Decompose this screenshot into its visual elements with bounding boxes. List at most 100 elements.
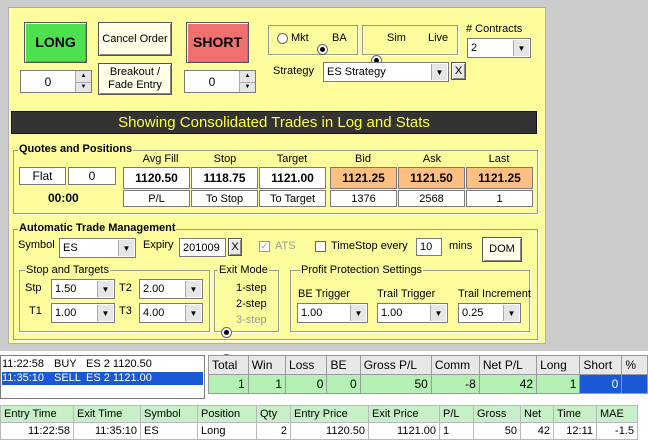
- position-status: Flat: [19, 167, 66, 185]
- stats-header-be: BE: [326, 355, 361, 375]
- trade-entry-time: 11:22:58: [0, 422, 74, 440]
- stats-table-container: Total Win Loss BE Gross P/L Comm Net P/L…: [208, 355, 648, 397]
- exit-mode-title: Exit Mode: [218, 263, 269, 277]
- strategy-dropdown[interactable]: ES Strategy ▼: [323, 62, 449, 82]
- chevron-down-icon[interactable]: ▼: [503, 305, 519, 321]
- t1-label: T1: [29, 305, 42, 317]
- exit-2step-label: 2-step: [236, 298, 267, 310]
- trade-gross: 50: [473, 422, 521, 440]
- exit-3step-label: 3-step: [236, 314, 267, 326]
- trades-header-entry-price: Entry Price: [290, 405, 369, 423]
- chevron-down-icon[interactable]: ▼: [430, 305, 446, 321]
- stp-dropdown[interactable]: 1.50 ▼: [51, 279, 115, 299]
- trade-log-list[interactable]: 11:22:58 BUY ES 2 1120.50 11:35:10 SELL ES 2…: [0, 355, 205, 399]
- stats-gross-pl-value: 50: [359, 374, 432, 394]
- trade-qty: 2: [256, 422, 291, 440]
- long-quantity-value: 0: [44, 74, 52, 89]
- stats-loss-value: 0: [285, 374, 328, 394]
- trade-symbol: ES: [140, 422, 198, 440]
- trades-header-symbol: Symbol: [140, 405, 198, 423]
- trades-header-pl: P/L: [439, 405, 474, 423]
- position-time: 00:00: [48, 191, 79, 205]
- chevron-down-icon[interactable]: ▼: [97, 305, 113, 321]
- trade-exit-time: 11:35:10: [73, 422, 141, 440]
- long-button[interactable]: LONG: [24, 22, 87, 63]
- avg-fill-value: 1120.50: [123, 167, 190, 189]
- spin-down-icon[interactable]: ▼: [76, 82, 91, 93]
- t3-dropdown[interactable]: 4.00 ▼: [139, 303, 203, 323]
- trail-increment-label: Trail Increment: [458, 288, 531, 300]
- bid-size-value: 1376: [330, 190, 397, 207]
- contracts-dropdown[interactable]: 2 ▼: [467, 38, 531, 58]
- ba-radio[interactable]: [317, 44, 328, 55]
- expiry-label: Expiry: [143, 239, 174, 251]
- trades-header-gross: Gross: [473, 405, 521, 423]
- stop-targets-title: Stop and Targets: [25, 263, 110, 277]
- stop-value: 1118.75: [191, 167, 258, 189]
- ask-header: Ask: [422, 153, 442, 165]
- trades-header-exit-time: Exit Time: [73, 405, 141, 423]
- stats-header-loss: Loss: [285, 355, 328, 375]
- ba-label: BA: [332, 32, 347, 44]
- position-quantity: 0: [68, 167, 116, 185]
- chevron-down-icon[interactable]: ▼: [431, 64, 447, 80]
- stats-header-pct: %: [621, 355, 648, 375]
- chevron-down-icon[interactable]: ▼: [185, 305, 201, 321]
- trade-mae: -1.5: [596, 422, 638, 440]
- spin-down-icon[interactable]: ▼: [240, 82, 255, 93]
- be-trigger-dropdown[interactable]: 1.00 ▼: [297, 303, 368, 323]
- timestop-checkbox[interactable]: [315, 241, 326, 252]
- t2-label: T2: [119, 282, 132, 294]
- trades-header-row: Entry Time Exit Time Symbol Position Qty…: [0, 405, 638, 423]
- breakout-fade-entry-button[interactable]: Breakout / Fade Entry: [98, 63, 172, 95]
- timestop-minutes-input[interactable]: 10: [416, 238, 442, 256]
- live-label: Live: [428, 32, 449, 44]
- ask-size-value: 2568: [398, 190, 465, 207]
- t3-label: T3: [119, 305, 132, 317]
- symbol-dropdown[interactable]: ES ▼: [59, 238, 136, 258]
- t1-dropdown[interactable]: 1.00 ▼: [51, 303, 115, 323]
- trail-trigger-dropdown[interactable]: 1.00 ▼: [377, 303, 448, 323]
- trade-management-title: Automatic Trade Management: [18, 222, 177, 234]
- chevron-down-icon[interactable]: ▼: [118, 240, 134, 256]
- trade-exit-price: 1121.00: [368, 422, 440, 440]
- stats-values-row: 1 1 0 0 50 -8 42 1 0: [208, 374, 648, 394]
- chevron-down-icon[interactable]: ▼: [185, 281, 201, 297]
- exit-1step-radio[interactable]: [221, 327, 232, 338]
- target-value: 1121.00: [259, 167, 326, 189]
- stats-header-row: Total Win Loss BE Gross P/L Comm Net P/L…: [208, 355, 648, 375]
- last-size-value: 1: [466, 190, 533, 207]
- mkt-radio[interactable]: [277, 33, 288, 44]
- stats-header-win: Win: [247, 355, 287, 375]
- last-value: 1121.25: [466, 167, 533, 189]
- table-row[interactable]: 11:22:58 11:35:10 ES Long 2 1120.50 1121…: [0, 422, 638, 440]
- stats-long-value: 1: [536, 374, 581, 394]
- mkt-label: Mkt: [291, 32, 309, 44]
- short-button[interactable]: SHORT: [186, 22, 249, 63]
- trade-entry-price: 1120.50: [290, 422, 369, 440]
- short-quantity-stepper[interactable]: 0 ▲ ▼: [184, 70, 256, 93]
- expiry-clear-button[interactable]: X: [228, 238, 242, 256]
- chevron-down-icon[interactable]: ▼: [350, 305, 366, 321]
- trade-position: Long: [197, 422, 257, 440]
- chevron-down-icon[interactable]: ▼: [513, 40, 529, 56]
- short-quantity-value: 0: [208, 74, 216, 89]
- ask-value: 1121.50: [398, 167, 465, 189]
- t2-dropdown[interactable]: 2.00 ▼: [139, 279, 203, 299]
- cancel-order-button[interactable]: Cancel Order: [98, 22, 172, 56]
- trail-increment-dropdown[interactable]: 0.25 ▼: [458, 303, 521, 323]
- trade-net: 42: [520, 422, 554, 440]
- log-row-selected[interactable]: 11:35:10 SELL ES 2 1121.00: [2, 372, 203, 385]
- chevron-down-icon[interactable]: ▼: [97, 281, 113, 297]
- long-quantity-stepper[interactable]: 0 ▲ ▼: [20, 70, 92, 93]
- trades-header-qty: Qty: [256, 405, 291, 423]
- stats-header-total: Total: [208, 355, 249, 375]
- expiry-field[interactable]: 201009: [179, 238, 226, 257]
- dom-button[interactable]: DOM: [482, 237, 522, 262]
- trades-header-position: Position: [197, 405, 257, 423]
- log-row[interactable]: 11:22:58 BUY ES 2 1120.50: [2, 358, 203, 371]
- ats-checkbox[interactable]: ✓: [259, 241, 270, 252]
- stats-table: Total Win Loss BE Gross P/L Comm Net P/L…: [208, 355, 648, 394]
- strategy-clear-button[interactable]: X: [451, 62, 466, 80]
- strategy-label: Strategy: [273, 65, 314, 77]
